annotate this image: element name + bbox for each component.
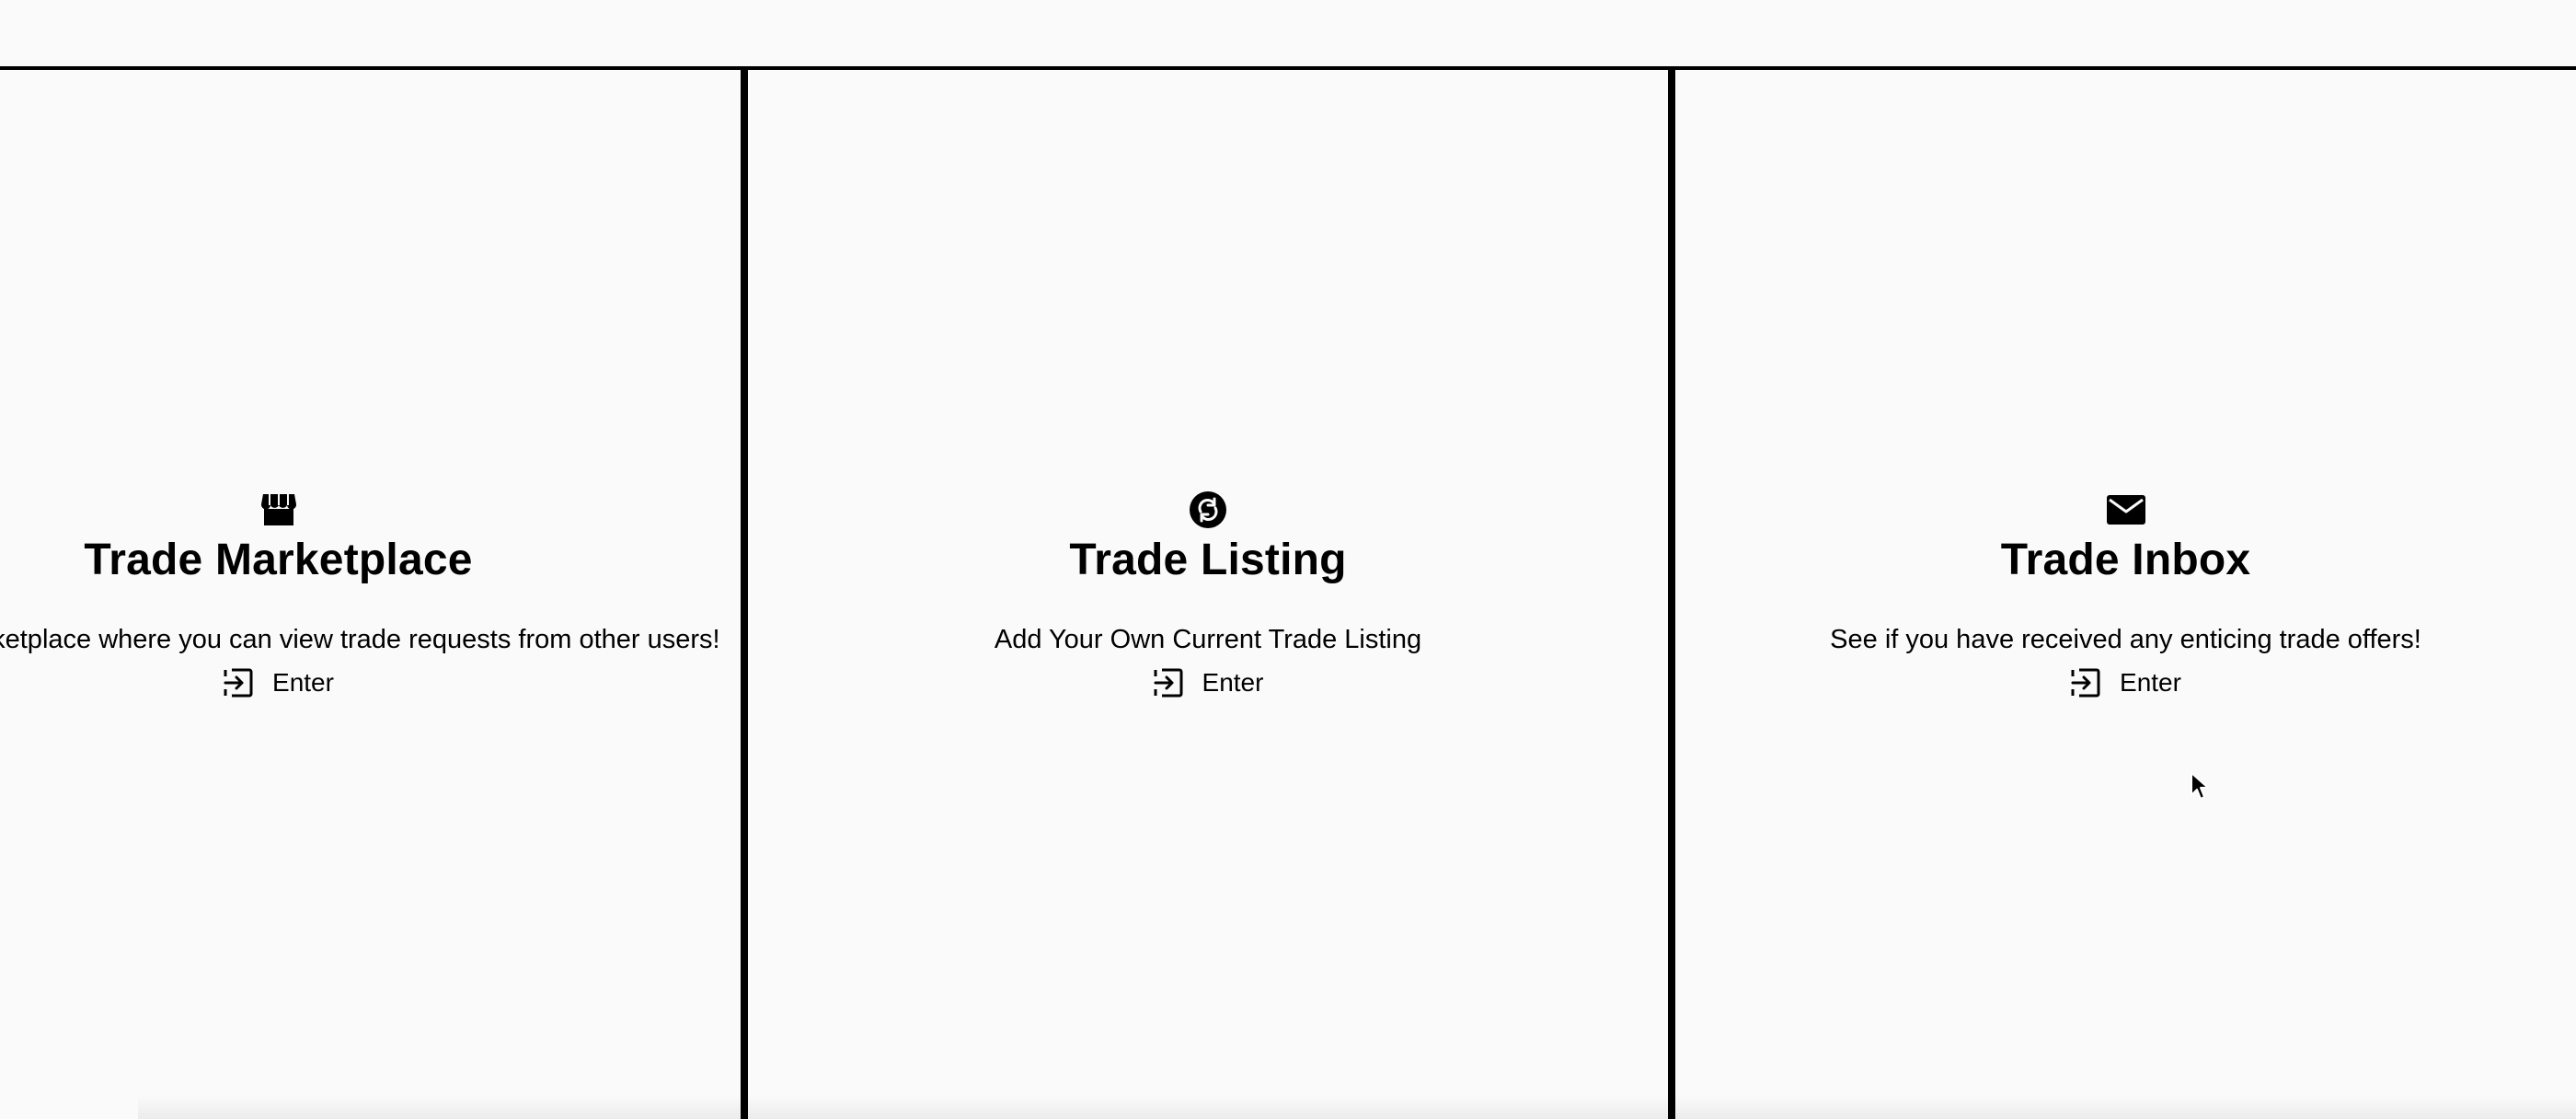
enter-label: Enter	[1202, 668, 1264, 697]
card-description: Add Your Own Current Trade Listing	[994, 625, 1422, 654]
enter-icon	[2071, 668, 2100, 698]
enter-icon	[224, 668, 253, 698]
enter-label: Enter	[2120, 668, 2181, 697]
enter-listing-button[interactable]: Enter	[1153, 667, 1264, 698]
trade-inbox-card: Trade Inbox See if you have received any…	[1675, 70, 2576, 1119]
card-title: Trade Marketplace	[84, 536, 473, 584]
enter-inbox-button[interactable]: Enter	[2070, 667, 2181, 698]
trade-listing-card: Trade Listing Add Your Own Current Trade…	[748, 70, 1668, 1119]
card-description: View the marketplace where you can view …	[0, 625, 720, 654]
enter-label: Enter	[272, 668, 334, 697]
enter-marketplace-button[interactable]: Enter	[223, 667, 334, 698]
card-description: See if you have received any enticing tr…	[1830, 625, 2421, 654]
enter-icon	[1154, 668, 1183, 698]
column-divider-1	[741, 70, 748, 1119]
trade-hub-page: Trade Marketplace View the marketplace w…	[0, 0, 2576, 1119]
trade-marketplace-card: Trade Marketplace View the marketplace w…	[0, 70, 741, 1119]
envelope-icon	[2106, 490, 2145, 529]
shop-icon	[259, 490, 298, 529]
swap-cycle-icon	[1189, 490, 1227, 529]
card-title: Trade Inbox	[2000, 536, 2251, 584]
card-title: Trade Listing	[1069, 536, 1347, 584]
column-divider-2	[1668, 70, 1675, 1119]
